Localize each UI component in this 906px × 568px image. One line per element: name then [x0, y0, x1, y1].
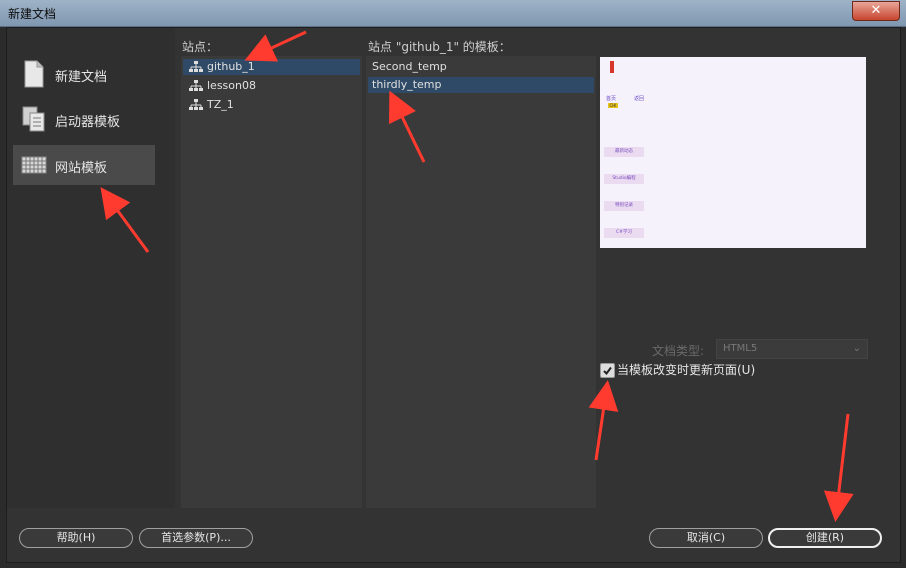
update-pages-label: 当模板改变时更新页面(U)	[617, 363, 756, 377]
template-preview: 首页 返回 CHI 最新动态 Studio编程 特别记录 C#学习	[600, 57, 866, 248]
list-item[interactable]: TZ_1	[183, 97, 360, 113]
sidebar-item-label: 网站模板	[55, 161, 108, 176]
update-pages-checkbox[interactable]	[600, 363, 615, 378]
grid-icon	[21, 156, 47, 174]
site-icon	[189, 99, 203, 110]
preview-logo	[610, 61, 614, 73]
document-icon	[24, 60, 44, 88]
preview-box: Studio编程	[604, 174, 644, 184]
sidebar-item-new-document[interactable]: 新建文档	[13, 54, 155, 94]
doc-type-label: 文档类型:	[652, 344, 705, 358]
preview-box: 特别记录	[604, 201, 644, 211]
site-icon	[189, 80, 203, 91]
cancel-button[interactable]: 取消(C)	[649, 528, 763, 548]
sidebar: 新建文档 启动器模板 网站模板	[7, 28, 175, 508]
preview-box: C#学习	[604, 228, 644, 238]
list-item[interactable]: thirdly_temp	[368, 77, 594, 93]
list-item[interactable]: Second_temp	[368, 59, 594, 75]
sites-label: 站点：	[182, 40, 219, 54]
chevron-down-icon: ⌄	[852, 343, 861, 354]
sidebar-item-label: 启动器模板	[55, 115, 121, 130]
create-button[interactable]: 创建(R)	[768, 528, 882, 548]
title-bar: 新建文档 ✕	[0, 0, 906, 27]
templates-label: 站点 "github_1" 的模板：	[368, 40, 511, 54]
sidebar-item-starter-templates[interactable]: 启动器模板	[13, 99, 155, 139]
preview-nav-back: 返回	[634, 96, 645, 102]
preview-tag: CHI	[608, 103, 618, 108]
templates-list[interactable]: Second_temp thirdly_temp	[366, 56, 596, 508]
preview-nav-home: 首页	[606, 96, 617, 102]
close-icon: ✕	[870, 3, 882, 18]
help-button[interactable]: 帮助(H)	[19, 528, 133, 548]
doc-type-select[interactable]: HTML5 ⌄	[716, 339, 868, 359]
sidebar-item-site-templates[interactable]: 网站模板	[13, 145, 155, 185]
sites-list[interactable]: github_1 lesson08 TZ_1	[181, 56, 362, 508]
site-icon	[189, 61, 203, 72]
check-icon	[603, 366, 612, 376]
sidebar-item-label: 新建文档	[55, 70, 108, 85]
close-button[interactable]: ✕	[852, 1, 900, 21]
list-item[interactable]: lesson08	[183, 78, 360, 94]
list-item[interactable]: github_1	[183, 59, 360, 75]
copy-icon	[22, 106, 45, 132]
preview-box: 最新动态	[604, 147, 644, 157]
preferences-button[interactable]: 首选参数(P)...	[139, 528, 253, 548]
window-title: 新建文档	[8, 7, 57, 21]
